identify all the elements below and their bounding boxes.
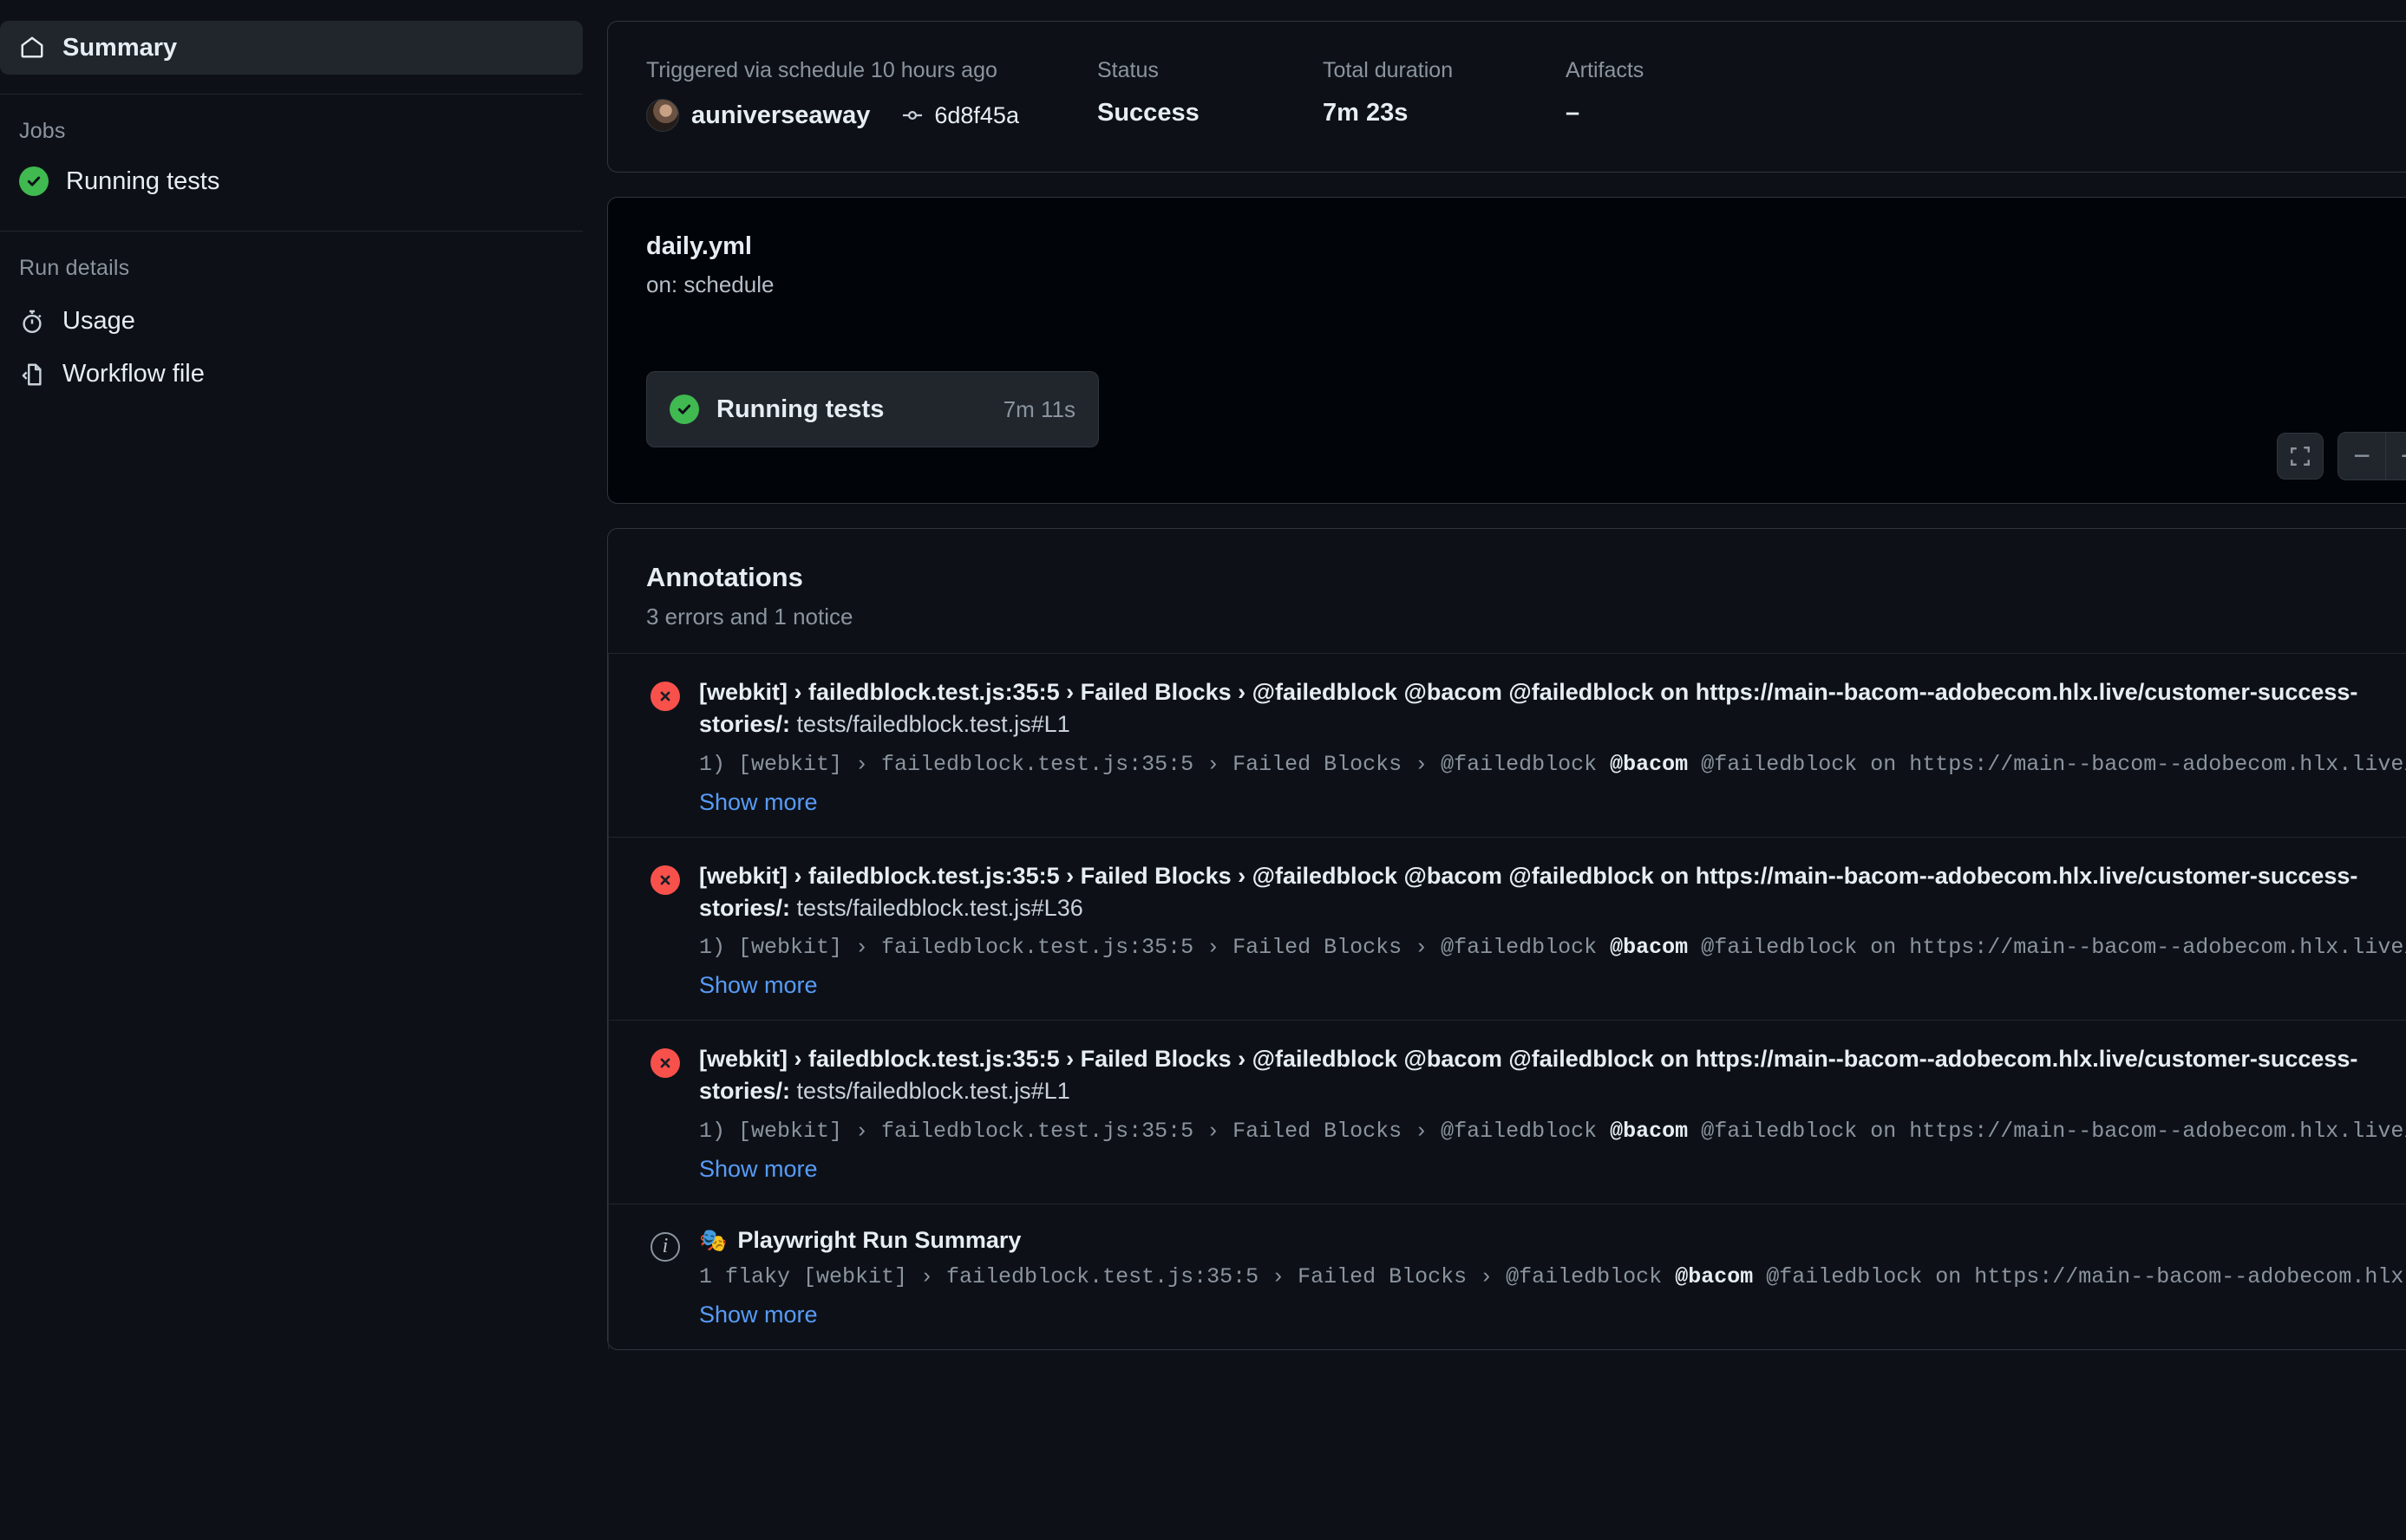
annotations-list: [webkit] › failedblock.test.js:35:5 › Fa… <box>608 653 2406 1349</box>
annotation-body: 🎭 Playwright Run Summary 1 flaky [webkit] … <box>699 1227 2406 1328</box>
success-check-icon <box>670 395 699 424</box>
success-check-icon <box>19 166 49 196</box>
annotation-heading: [webkit] › failedblock.test.js:35:5 › Fa… <box>699 860 2406 925</box>
sidebar-group-run-details: Run details <box>19 256 130 280</box>
graph-job-duration: 7m 11s <box>1003 395 1076 422</box>
annotations-card: Annotations 3 errors and 1 notice [webki… <box>607 528 2406 1350</box>
graph-job-label: Running tests <box>716 395 885 423</box>
sidebar-item-running-tests[interactable]: Running tests <box>0 158 583 212</box>
annotations-title: Annotations <box>646 562 803 592</box>
annotation-row: i 🎭 Playwright Run Summary 1 flaky [webkit]… <box>608 1204 2406 1349</box>
annotation-location: tests/failedblock.test.js#L1 <box>796 711 1070 738</box>
graph-job-node[interactable]: Running tests 7m 11s <box>646 371 1099 447</box>
trigger-column: Triggered via schedule 10 hours ago auni… <box>646 58 1097 132</box>
show-more-link[interactable]: Show more <box>699 1156 818 1183</box>
annotation-heading: [webkit] › failedblock.test.js:35:5 › Fa… <box>699 676 2406 741</box>
show-more-link[interactable]: Show more <box>699 789 818 816</box>
main-content: Triggered via schedule 10 hours ago auni… <box>607 0 2406 1540</box>
workflow-file-name: daily.yml <box>646 232 752 260</box>
annotation-location: tests/failedblock.test.js#L36 <box>796 894 1083 921</box>
duration-value: 7m 23s <box>1323 99 1409 127</box>
commit-icon <box>901 104 924 127</box>
annotation-raw-output: 1 flaky [webkit] › failedblock.test.js:3… <box>699 1263 2406 1289</box>
error-x-icon <box>651 676 680 816</box>
actor-name[interactable]: auniverseaway <box>691 101 870 130</box>
sidebar-link-label: Usage <box>62 307 135 335</box>
info-icon: i <box>651 1227 680 1328</box>
commit-ref[interactable]: 6d8f45a <box>901 102 1019 129</box>
annotation-body: [webkit] › failedblock.test.js:35:5 › Fa… <box>699 676 2406 816</box>
avatar <box>646 99 679 132</box>
zoom-in-button[interactable]: + <box>2385 433 2406 480</box>
duration-label: Total duration <box>1323 58 1454 82</box>
annotation-raw-output: 1) [webkit] › failedblock.test.js:35:5 ›… <box>699 1118 2406 1144</box>
annotation-body: [webkit] › failedblock.test.js:35:5 › Fa… <box>699 1043 2406 1183</box>
annotation-raw-output: 1) [webkit] › failedblock.test.js:35:5 ›… <box>699 935 2406 960</box>
sidebar-item-workflow-file[interactable]: Workflow file <box>0 348 583 401</box>
sidebar-link-label: Workflow file <box>62 360 205 388</box>
stopwatch-icon <box>19 309 45 335</box>
sidebar-group-jobs: Jobs <box>19 119 66 143</box>
workflow-trigger: on: schedule <box>646 271 775 297</box>
run-meta-card: Triggered via schedule 10 hours ago auni… <box>607 21 2406 173</box>
show-more-link[interactable]: Show more <box>699 972 818 999</box>
artifacts-label: Artifacts <box>1566 58 1644 82</box>
theater-masks-icon: 🎭 <box>699 1226 728 1253</box>
annotation-title-text: Playwright Run Summary <box>737 1226 1022 1253</box>
annotation-row: [webkit] › failedblock.test.js:35:5 › Fa… <box>608 654 2406 838</box>
annotation-row: [webkit] › failedblock.test.js:35:5 › Fa… <box>608 1021 2406 1204</box>
home-icon <box>19 35 45 61</box>
commit-sha: 6d8f45a <box>934 101 1019 128</box>
workflow-graph-card: daily.yml on: schedule Running tests 7m … <box>607 197 2406 504</box>
status-value: Success <box>1097 99 1200 127</box>
fit-to-screen-button[interactable] <box>2277 433 2324 480</box>
annotation-location: tests/failedblock.test.js#L1 <box>796 1078 1070 1105</box>
annotation-heading: [webkit] › failedblock.test.js:35:5 › Fa… <box>699 1043 2406 1108</box>
status-column: Status Success <box>1097 58 1323 132</box>
sidebar-job-label: Running tests <box>66 166 220 195</box>
status-label: Status <box>1097 58 1159 82</box>
workflow-run-page: Summary Jobs Running tests Run details U… <box>0 0 2406 1540</box>
file-code-icon <box>19 362 45 388</box>
sidebar: Summary Jobs Running tests Run details U… <box>0 0 607 1540</box>
annotation-body: [webkit] › failedblock.test.js:35:5 › Fa… <box>699 860 2406 1000</box>
error-x-icon <box>651 860 680 1000</box>
show-more-link[interactable]: Show more <box>699 1302 818 1328</box>
artifacts-column: Artifacts – <box>1566 58 1644 132</box>
trigger-label: Triggered via schedule 10 hours ago <box>646 58 997 82</box>
annotation-heading: 🎭 Playwright Run Summary <box>699 1227 2406 1254</box>
sidebar-item-label: Summary <box>62 33 178 62</box>
artifacts-value: – <box>1566 99 1580 127</box>
sidebar-item-summary[interactable]: Summary <box>0 21 583 75</box>
annotations-summary: 3 errors and 1 notice <box>646 604 853 630</box>
graph-zoom-controls: − + <box>2277 432 2406 480</box>
zoom-out-button[interactable]: − <box>2338 433 2385 480</box>
annotation-raw-output: 1) [webkit] › failedblock.test.js:35:5 ›… <box>699 751 2406 777</box>
error-x-icon <box>651 1043 680 1183</box>
annotation-row: [webkit] › failedblock.test.js:35:5 › Fa… <box>608 837 2406 1021</box>
duration-column: Total duration 7m 23s <box>1323 58 1566 132</box>
sidebar-item-usage[interactable]: Usage <box>0 295 583 348</box>
